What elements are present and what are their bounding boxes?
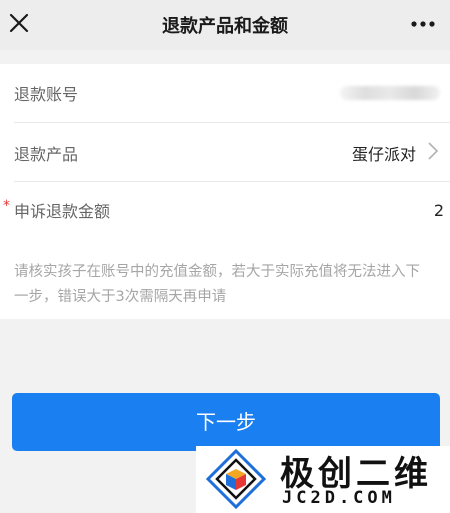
refund-product-row[interactable]: 退款产品 蛋仔派对 <box>0 123 450 181</box>
cube-logo-icon <box>206 449 266 509</box>
refund-product-label: 退款产品 <box>14 145 79 164</box>
page-title: 退款产品和金额 <box>162 16 288 37</box>
refund-account-label: 退款账号 <box>14 85 79 104</box>
watermark-url: JC2D.COM <box>282 488 396 508</box>
refund-account-row: 退款账号 <box>0 64 450 122</box>
refund-account-value <box>340 86 440 100</box>
watermark: 极创二维 JC2D.COM <box>196 446 450 513</box>
chevron-right-icon <box>428 142 439 160</box>
more-icon[interactable] <box>408 12 438 36</box>
appeal-amount-input[interactable]: 2 <box>434 201 444 220</box>
required-mark: * <box>3 198 10 214</box>
amount-notice: 请核实孩子在账号中的充值金额，若大于实际充值将无法进入下一步，错误大于3次需隔天… <box>14 264 420 305</box>
refund-form-card: 退款账号 退款产品 蛋仔派对 * 申诉退款金额 2 请核实孩子在账号中的充值金额… <box>0 64 450 319</box>
next-step-button[interactable]: 下一步 <box>12 393 440 451</box>
appeal-amount-row[interactable]: * 申诉退款金额 2 <box>0 198 450 232</box>
divider <box>14 181 450 182</box>
refund-product-value: 蛋仔派对 <box>351 145 416 164</box>
appeal-amount-label: 申诉退款金额 <box>14 202 111 221</box>
navigation-bar: 退款产品和金额 <box>0 0 450 50</box>
